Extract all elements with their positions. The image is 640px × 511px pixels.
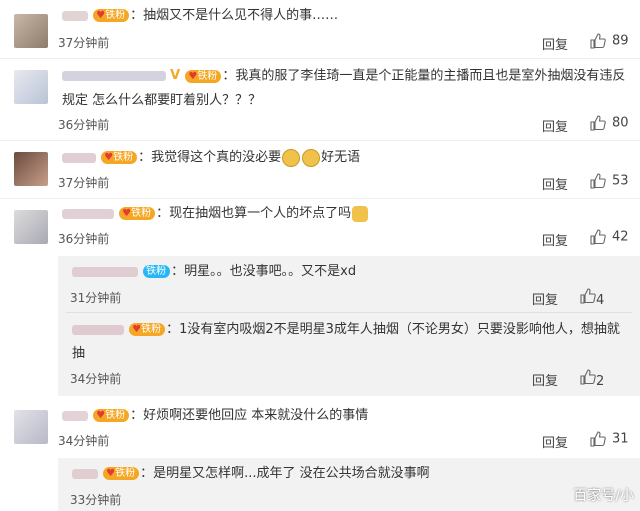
reply-list: ♥铁粉 ：是明星又怎样啊...成年了 没在公共场合就没事啊 33分钟前 bbox=[58, 458, 640, 511]
heart-icon: ♥ bbox=[96, 410, 106, 421]
reply-text: ：明星。。也没事吧。。又不是xd bbox=[171, 264, 357, 279]
fan-badge[interactable]: ♥铁粉 bbox=[119, 207, 156, 220]
fan-badge[interactable]: ♥铁粉 bbox=[129, 323, 166, 336]
divider bbox=[0, 58, 640, 59]
thumbs-up-icon bbox=[590, 33, 606, 49]
comment-time: 36分钟前 bbox=[58, 232, 110, 246]
fan-badge[interactable]: ♥铁粉 bbox=[101, 151, 138, 164]
comment-text: ：现在抽烟也算一个人的坏点了吗 bbox=[156, 206, 352, 221]
comment-text: ：好烦啊还要他回应 本来就没什么的事情 bbox=[130, 408, 369, 423]
divider bbox=[0, 198, 640, 199]
reply-button[interactable]: 回复 bbox=[532, 289, 558, 308]
username-blurred[interactable] bbox=[62, 410, 88, 421]
reply-time: 34分钟前 bbox=[70, 372, 122, 386]
reply-time: 31分钟前 bbox=[70, 291, 122, 305]
comment-time: 37分钟前 bbox=[58, 176, 110, 190]
like-button[interactable]: 89 bbox=[590, 33, 629, 49]
reply-button[interactable]: 回复 bbox=[542, 432, 568, 451]
like-count: 53 bbox=[612, 173, 629, 189]
comment-time: 36分钟前 bbox=[58, 118, 110, 132]
heart-icon: ♥ bbox=[106, 468, 116, 479]
fan-badge[interactable]: 铁粉 bbox=[143, 265, 171, 278]
username-blurred[interactable] bbox=[72, 266, 138, 277]
comment-item: ♥铁粉 ：好烦啊还要他回应 本来就没什么的事情 34分钟前 回复 31 bbox=[0, 400, 640, 456]
reply-button[interactable]: 回复 bbox=[542, 174, 568, 193]
emoji-icon bbox=[282, 148, 301, 167]
username-blurred[interactable] bbox=[62, 71, 166, 81]
like-button[interactable]: 53 bbox=[590, 173, 629, 189]
fan-badge[interactable]: ♥铁粉 bbox=[93, 9, 130, 22]
thumbs-up-icon bbox=[580, 288, 596, 304]
heart-icon: ♥ bbox=[104, 152, 114, 163]
like-button[interactable]: 31 bbox=[590, 431, 629, 447]
like-button[interactable]: 80 bbox=[590, 115, 629, 131]
thumbs-up-icon bbox=[580, 369, 596, 385]
like-count: 2 bbox=[596, 374, 605, 389]
v-badge-icon: V bbox=[170, 68, 181, 83]
thumbs-up-icon bbox=[590, 229, 606, 245]
reply-button[interactable]: 回复 bbox=[532, 370, 558, 389]
comment-text: ：我觉得这个真的没必要 bbox=[138, 150, 282, 165]
fan-badge[interactable]: ♥铁粉 bbox=[93, 409, 130, 422]
comment-content: V ♥铁粉 ：我真的服了李佳琦一直是个正能量的主播而且也是室外抽烟没有违反规定 怎… bbox=[62, 64, 630, 113]
reply-time: 33分钟前 bbox=[70, 493, 122, 507]
reply-item: 铁粉 ：明星。。也没事吧。。又不是xd 31分钟前 回复 4 bbox=[58, 256, 640, 310]
reply-item: ♥铁粉 ：是明星又怎样啊...成年了 没在公共场合就没事啊 33分钟前 bbox=[58, 458, 640, 511]
like-count: 42 bbox=[612, 229, 629, 245]
avatar[interactable] bbox=[14, 14, 48, 48]
reply-button[interactable]: 回复 bbox=[542, 116, 568, 135]
avatar[interactable] bbox=[14, 410, 48, 444]
avatar[interactable] bbox=[14, 210, 48, 244]
username-blurred[interactable] bbox=[62, 208, 114, 219]
username-blurred[interactable] bbox=[62, 152, 96, 163]
comment-item: V ♥铁粉 ：我真的服了李佳琦一直是个正能量的主播而且也是室外抽烟没有违反规定 怎… bbox=[0, 60, 640, 140]
like-button[interactable]: 42 bbox=[590, 229, 629, 245]
comment-item: ♥铁粉 ：现在抽烟也算一个人的坏点了吗 36分钟前 回复 42 bbox=[0, 200, 640, 254]
reply-content: ♥铁粉 ：是明星又怎样啊...成年了 没在公共场合就没事啊 bbox=[72, 462, 620, 486]
like-button[interactable]: 4 bbox=[580, 288, 604, 308]
like-count: 89 bbox=[612, 33, 629, 49]
divider bbox=[0, 140, 640, 141]
comment-content: ♥铁粉 ：现在抽烟也算一个人的坏点了吗 bbox=[62, 202, 632, 226]
thumbs-up-icon bbox=[590, 431, 606, 447]
heart-icon: ♥ bbox=[122, 208, 132, 219]
comment-content: ♥铁粉 ：我觉得这个真的没必要 好无语 bbox=[62, 146, 632, 170]
watermark: 百家号/小 bbox=[573, 488, 634, 504]
reply-list: 铁粉 ：明星。。也没事吧。。又不是xd 31分钟前 回复 4 ♥铁粉 ：1没有室内吸… bbox=[58, 256, 640, 396]
username-blurred[interactable] bbox=[72, 324, 124, 335]
fan-badge[interactable]: ♥铁粉 bbox=[185, 69, 222, 83]
comment-time: 34分钟前 bbox=[58, 434, 110, 448]
avatar[interactable] bbox=[14, 152, 48, 186]
reply-item: ♥铁粉 ：1没有室内吸烟2不是明星3成年人抽烟（不论男女）只要没影响他人，想抽就抽… bbox=[58, 314, 640, 394]
heart-icon: ♥ bbox=[96, 10, 106, 21]
thumbs-up-icon bbox=[590, 115, 606, 131]
like-button[interactable]: 2 bbox=[580, 369, 604, 389]
like-count: 4 bbox=[596, 293, 605, 308]
comment-item: ♥铁粉 ：抽烟又不是什么见不得人的事…… 37分钟前 回复 89 bbox=[0, 0, 640, 58]
reply-content: 铁粉 ：明星。。也没事吧。。又不是xd bbox=[72, 260, 620, 284]
fan-badge[interactable]: ♥铁粉 bbox=[103, 467, 140, 480]
reply-button[interactable]: 回复 bbox=[542, 230, 568, 249]
reply-text: ：是明星又怎样啊...成年了 没在公共场合就没事啊 bbox=[140, 466, 430, 481]
avatar[interactable] bbox=[14, 70, 48, 104]
like-count: 31 bbox=[612, 431, 629, 447]
comment-item: ♥铁粉 ：我觉得这个真的没必要 好无语 37分钟前 回复 53 bbox=[0, 142, 640, 198]
comment-time: 37分钟前 bbox=[58, 36, 110, 50]
heart-icon: ♥ bbox=[132, 324, 142, 335]
username-blurred[interactable] bbox=[72, 468, 98, 479]
comment-content: ♥铁粉 ：抽烟又不是什么见不得人的事…… bbox=[62, 4, 632, 28]
comment-text: 好无语 bbox=[321, 150, 361, 165]
comment-content: ♥铁粉 ：好烦啊还要他回应 本来就没什么的事情 bbox=[62, 404, 632, 428]
emoji-icon bbox=[302, 148, 321, 167]
emoji-icon bbox=[352, 205, 369, 222]
reply-content: ♥铁粉 ：1没有室内吸烟2不是明星3成年人抽烟（不论男女）只要没影响他人，想抽就抽 bbox=[72, 318, 620, 366]
username-blurred[interactable] bbox=[62, 10, 88, 21]
comment-text: ：抽烟又不是什么见不得人的事…… bbox=[130, 8, 339, 23]
thumbs-up-icon bbox=[590, 173, 606, 189]
divider bbox=[66, 312, 632, 313]
heart-icon: ♥ bbox=[188, 70, 198, 82]
reply-button[interactable]: 回复 bbox=[542, 34, 568, 53]
like-count: 80 bbox=[612, 115, 629, 131]
